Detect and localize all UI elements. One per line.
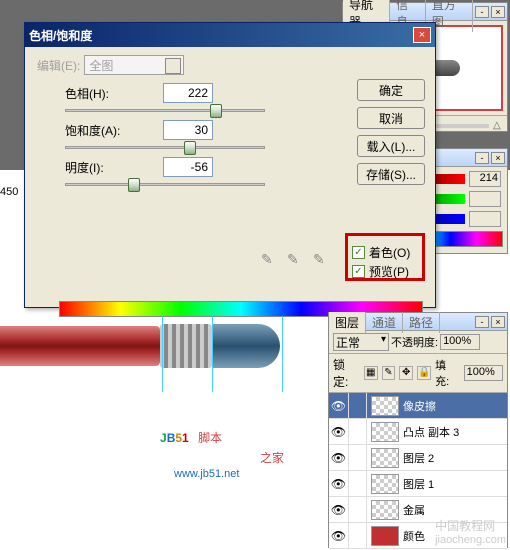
zoom-in-icon[interactable]: △ — [493, 120, 503, 131]
layer-thumbnail[interactable] — [371, 422, 399, 442]
saturation-label: 饱和度(A): — [65, 122, 143, 139]
pencil-eraser — [212, 324, 280, 368]
g-value[interactable] — [469, 191, 501, 207]
close-button[interactable]: × — [413, 27, 431, 43]
lock-transparency-icon[interactable]: ▦ — [364, 366, 378, 380]
edit-label: 编辑(E): — [37, 57, 80, 74]
layer-item[interactable]: 👁图层 2 — [329, 445, 507, 471]
hue-label: 色相(H): — [65, 85, 143, 102]
guide-line[interactable] — [212, 316, 213, 392]
colorize-label: 着色(O) — [369, 244, 410, 261]
slider-thumb[interactable] — [210, 104, 222, 118]
layer-thumbnail[interactable] — [371, 500, 399, 520]
close-icon[interactable]: × — [491, 6, 505, 18]
r-value[interactable]: 214 — [469, 171, 501, 187]
dialog-title: 色相/饱和度 — [29, 27, 413, 44]
visibility-icon[interactable]: 👁 — [329, 471, 349, 496]
lock-all-icon[interactable]: 🔒 — [417, 366, 431, 380]
blend-mode-select[interactable]: 正常 — [333, 333, 389, 351]
lightness-slider[interactable] — [65, 183, 265, 186]
tab-paths[interactable]: 路径 — [403, 312, 440, 333]
cancel-button[interactable]: 取消 — [357, 107, 425, 129]
hue-input[interactable] — [163, 83, 213, 103]
eyedropper-add-icon[interactable]: ✎ — [287, 251, 303, 267]
colorize-checkbox[interactable]: ✓ — [352, 246, 365, 259]
save-button[interactable]: 存储(S)... — [357, 163, 425, 185]
layer-item[interactable]: 👁图层 1 — [329, 471, 507, 497]
tab-layers[interactable]: 图层 — [329, 312, 366, 333]
tab-channels[interactable]: 通道 — [366, 312, 403, 333]
close-icon[interactable]: × — [491, 316, 505, 328]
minimize-icon[interactable]: - — [475, 316, 489, 328]
layers-palette: 图层 通道 路径 -× 正常 不透明度: 100% 锁定: ▦ ✎ ✥ 🔒 填充… — [328, 312, 508, 548]
b-value[interactable] — [469, 211, 501, 227]
hue-saturation-dialog: 色相/饱和度 × 编辑(E): 全图 色相(H): 饱和度(A): 明度(I): — [24, 22, 436, 308]
pencil-body — [0, 326, 160, 366]
layer-item[interactable]: 👁像皮擦 — [329, 393, 507, 419]
layer-thumbnail[interactable] — [371, 448, 399, 468]
lightness-label: 明度(I): — [65, 159, 143, 176]
load-button[interactable]: 载入(L)... — [357, 135, 425, 157]
visibility-icon[interactable]: 👁 — [329, 419, 349, 444]
watermark-text: 中国教程网 jiaocheng.com — [435, 517, 506, 546]
preview-checkbox[interactable]: ✓ — [352, 265, 365, 278]
ruler-mark: 450 — [0, 186, 18, 198]
eyedropper-icon[interactable]: ✎ — [261, 251, 277, 267]
eyedropper-sub-icon[interactable]: ✎ — [313, 251, 329, 267]
lock-brush-icon[interactable]: ✎ — [382, 366, 396, 380]
minimize-icon[interactable]: - — [475, 152, 489, 164]
visibility-icon[interactable]: 👁 — [329, 497, 349, 522]
opacity-label: 不透明度: — [391, 334, 438, 350]
layer-thumbnail[interactable] — [371, 474, 399, 494]
guide-line[interactable] — [162, 316, 163, 392]
pencil-ferrule — [160, 324, 212, 368]
layer-thumbnail[interactable] — [371, 396, 399, 416]
close-icon[interactable]: × — [491, 152, 505, 164]
highlight-box: ✓ 着色(O) ✓ 预览(P) — [345, 233, 425, 281]
slider-thumb[interactable] — [128, 178, 140, 192]
visibility-icon[interactable]: 👁 — [329, 393, 349, 418]
ok-button[interactable]: 确定 — [357, 79, 425, 101]
fill-input[interactable]: 100% — [464, 365, 503, 381]
saturation-input[interactable] — [163, 120, 213, 140]
visibility-icon[interactable]: 👁 — [329, 445, 349, 470]
layer-thumbnail[interactable] — [371, 526, 399, 546]
edit-select[interactable]: 全图 — [84, 55, 184, 75]
saturation-slider[interactable] — [65, 146, 265, 149]
slider-thumb[interactable] — [184, 141, 196, 155]
minimize-icon[interactable]: - — [475, 6, 489, 18]
lock-label: 锁定: — [333, 356, 360, 390]
lock-move-icon[interactable]: ✥ — [399, 366, 413, 380]
fill-label: 填充: — [435, 357, 460, 389]
watermark-logo: JB51 脚本 之家 www.jb51.net — [160, 418, 284, 480]
titlebar[interactable]: 色相/饱和度 × — [25, 23, 435, 47]
hue-slider[interactable] — [65, 109, 265, 112]
guide-line[interactable] — [282, 316, 283, 392]
canvas-artwork — [0, 316, 320, 388]
opacity-input[interactable]: 100% — [440, 334, 480, 350]
preview-label: 预览(P) — [369, 263, 409, 280]
visibility-icon[interactable]: 👁 — [329, 523, 349, 548]
lightness-input[interactable] — [163, 157, 213, 177]
layer-item[interactable]: 👁凸点 副本 3 — [329, 419, 507, 445]
